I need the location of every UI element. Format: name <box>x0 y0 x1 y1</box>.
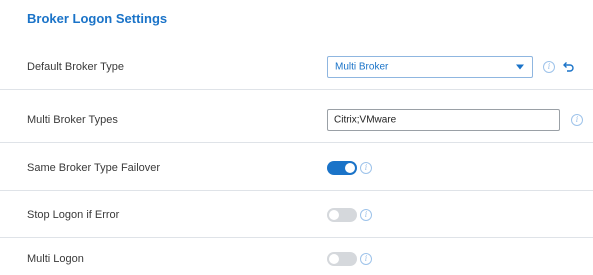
info-icon[interactable]: i <box>571 113 583 126</box>
multi-logon-label: Multi Logon <box>27 252 84 265</box>
row-default-broker-type: Default Broker Type Multi Broker i <box>0 44 593 90</box>
multi-logon-toggle[interactable] <box>327 251 357 266</box>
stop-logon-if-error-toggle[interactable] <box>327 207 357 222</box>
toggle-knob <box>345 162 355 173</box>
toggle-knob <box>329 253 339 264</box>
multi-broker-types-label: Multi Broker Types <box>27 113 118 126</box>
section-title: Broker Logon Settings <box>27 11 168 26</box>
multi-broker-types-value: Citrix;VMware <box>334 114 397 125</box>
broker-logon-settings-panel: Broker Logon Settings Default Broker Typ… <box>0 0 593 275</box>
default-broker-type-select[interactable]: Multi Broker <box>327 55 533 78</box>
row-same-broker-type-failover: Same Broker Type Failover i <box>0 145 593 191</box>
info-icon[interactable]: i <box>360 208 372 221</box>
stop-logon-if-error-label: Stop Logon if Error <box>27 208 120 221</box>
default-broker-type-label: Default Broker Type <box>27 60 125 73</box>
row-multi-broker-types: Multi Broker Types Citrix;VMware i <box>0 97 593 143</box>
chevron-down-icon[interactable] <box>516 64 524 69</box>
multi-broker-types-input[interactable]: Citrix;VMware <box>327 108 560 131</box>
undo-icon[interactable] <box>561 60 575 74</box>
same-broker-type-failover-toggle[interactable] <box>327 160 357 175</box>
info-icon[interactable]: i <box>543 60 555 73</box>
same-broker-type-failover-label: Same Broker Type Failover <box>27 161 161 174</box>
default-broker-type-value: Multi Broker <box>335 61 389 72</box>
row-stop-logon-if-error: Stop Logon if Error i <box>0 192 593 238</box>
info-icon[interactable]: i <box>360 161 372 174</box>
toggle-knob <box>329 209 339 220</box>
info-icon[interactable]: i <box>360 252 372 265</box>
row-multi-logon: Multi Logon i <box>0 242 593 275</box>
